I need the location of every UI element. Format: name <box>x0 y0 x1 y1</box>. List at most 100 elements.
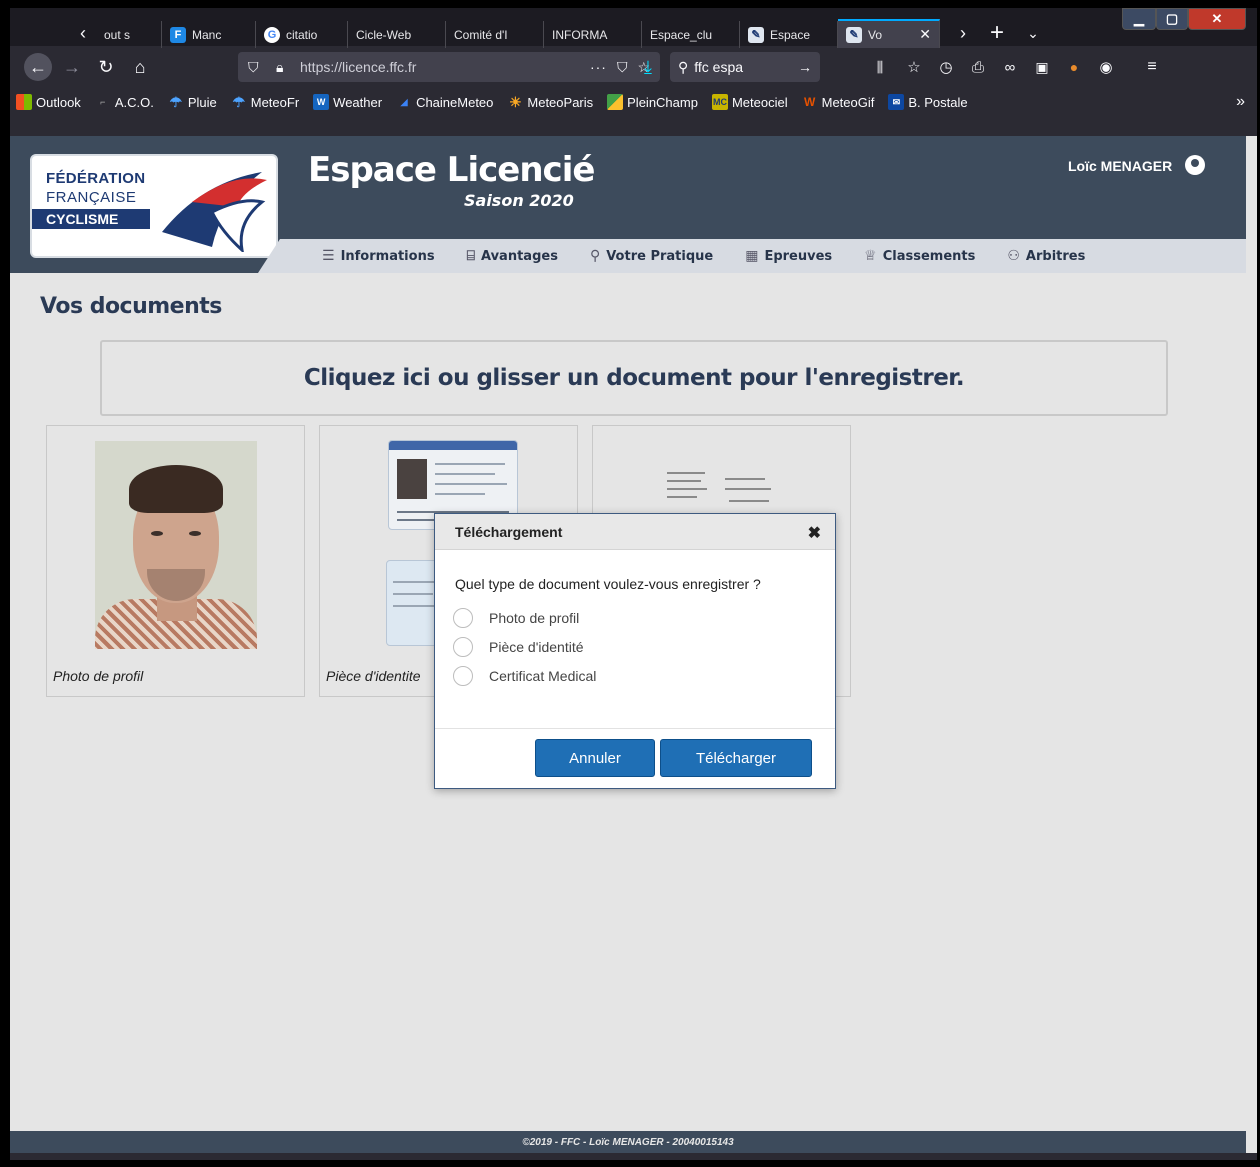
trophy-icon: ♕ <box>864 248 877 264</box>
back-icon[interactable]: ← <box>24 53 52 81</box>
sidebar-icon[interactable]: ▣ <box>1028 53 1056 81</box>
bookmark-label: PleinChamp <box>627 94 698 110</box>
bookmarks-icon[interactable]: ☆ <box>900 53 928 81</box>
page-scrollbar[interactable] <box>1246 136 1257 1153</box>
menu-avantages[interactable]: ⌸ Avantages <box>467 248 558 264</box>
search-bar[interactable]: ⚲ ffc espa → <box>670 52 820 82</box>
bookmark-label: Meteociel <box>731 94 788 110</box>
screen-frame: ‹ out s F Manc G citatio Cicle-Web Comit… <box>0 0 1260 1167</box>
reload-icon[interactable]: ↻ <box>92 53 120 81</box>
bookmark-meteociel[interactable]: MC Meteociel <box>711 94 788 110</box>
bookmark-weather[interactable]: W Weather <box>313 94 382 110</box>
bookmarks-overflow-icon[interactable]: » <box>1236 93 1245 111</box>
id-card-line <box>393 593 433 595</box>
bookmark-pleinchamp[interactable]: PleinChamp <box>607 94 698 110</box>
menu-votre-pratique[interactable]: ⚲ Votre Pratique <box>590 248 713 264</box>
tab-label: Espace_clu <box>650 27 713 42</box>
maximize-icon[interactable]: ▢ <box>1156 8 1188 30</box>
menu-arbitres[interactable]: ⚇ Arbitres <box>1007 248 1085 264</box>
upload-modal: Téléchargement ✖ Quel type de document v… <box>434 513 836 789</box>
bookmark-outlook[interactable]: Outlook <box>16 94 81 110</box>
search-input[interactable]: ffc espa <box>694 59 743 75</box>
app-icon: F <box>170 26 186 43</box>
print-icon[interactable]: ⎙ <box>964 53 992 81</box>
bookmark-label: B. Postale <box>908 94 968 110</box>
id-card-photo <box>397 459 427 499</box>
banque-postale-icon: ✉ <box>888 94 905 110</box>
tab-2[interactable]: F Manc <box>162 21 256 48</box>
tab-6[interactable]: INFORMA <box>544 21 642 48</box>
tab-strip: ‹ out s F Manc G citatio Cicle-Web Comit… <box>10 8 1257 48</box>
bookmark-meteoparis[interactable]: ☀ MeteoParis <box>507 94 593 110</box>
menu-epreuves[interactable]: ▦ Epreuves <box>745 248 832 264</box>
bookmark-meteogif[interactable]: W MeteoGif <box>802 94 874 110</box>
history-icon[interactable]: ◷ <box>932 53 960 81</box>
menu-classements[interactable]: ♕ Classements <box>864 248 975 264</box>
bookmark-meteofr[interactable]: ☂ MeteoFr <box>231 94 299 110</box>
library-icon[interactable]: ⫼ <box>866 53 894 81</box>
minimize-icon[interactable]: ▁ <box>1122 8 1156 30</box>
option-piece-identite[interactable]: Pièce d'identité <box>453 637 584 657</box>
close-tab-icon[interactable]: ✕ <box>919 26 931 43</box>
menu-label: Classements <box>882 248 976 264</box>
tab-active[interactable]: ✎ Vo ✕ <box>838 19 940 48</box>
option-certificat-medical[interactable]: Certificat Medical <box>453 666 596 686</box>
page-content: FÉDÉRATION FRANÇAISE CYCLISME Espace Lic… <box>10 136 1246 1153</box>
lock-icon: 🔒︎ <box>276 58 284 75</box>
modal-title: Téléchargement <box>455 524 563 540</box>
tab-list-chevron-icon[interactable]: ⌄ <box>1020 20 1046 46</box>
close-icon[interactable]: ✖ <box>808 523 821 543</box>
tabs-scroll-left-icon[interactable]: ‹ <box>70 20 96 46</box>
menu-icon[interactable]: ≡ <box>1138 53 1166 81</box>
google-icon: G <box>264 26 280 43</box>
search-go-icon[interactable]: → <box>798 59 812 75</box>
radio-button[interactable] <box>453 608 473 628</box>
download-button[interactable]: Télécharger <box>660 739 812 777</box>
id-card-line <box>393 605 437 607</box>
ffc-logo[interactable]: FÉDÉRATION FRANÇAISE CYCLISME <box>30 154 278 258</box>
logo-text: FÉDÉRATION <box>46 170 146 187</box>
menu-label: Arbitres <box>1025 248 1086 264</box>
tab-4[interactable]: Cicle-Web <box>348 21 446 48</box>
bookmark-pluie[interactable]: ☂ Pluie <box>168 94 217 110</box>
forward-icon[interactable]: → <box>58 53 86 81</box>
infinity-icon[interactable]: ∞ <box>996 53 1024 81</box>
cancel-button[interactable]: Annuler <box>535 739 655 777</box>
tab-1[interactable]: out s <box>96 21 162 48</box>
tab-5[interactable]: Comité d'I <box>446 21 544 48</box>
info-icon: ☰ <box>322 248 335 264</box>
certificate-line <box>729 500 769 502</box>
meteociel-icon: MC <box>711 94 728 110</box>
page-actions-icon[interactable]: ··· <box>590 59 607 75</box>
bookmark-label: Weather <box>333 94 383 110</box>
tab-label: INFORMA <box>552 27 608 42</box>
bookmark-chainemeteo[interactable]: ◢ ChaineMeteo <box>396 94 494 110</box>
menu-informations[interactable]: ☰ Informations <box>322 248 435 264</box>
user-icon[interactable] <box>1185 155 1205 175</box>
new-tab-icon[interactable]: + <box>984 19 1010 46</box>
tabs-scroll-right-icon[interactable]: › <box>950 20 976 46</box>
extension-icon[interactable]: ● <box>1060 53 1088 81</box>
tab-label: out s <box>104 27 131 42</box>
pocket-icon[interactable]: ⛉ <box>617 59 628 76</box>
user-name[interactable]: Loïc MENAGER <box>1068 158 1172 174</box>
bookmark-aco[interactable]: ⌐ A.C.O. <box>95 94 154 110</box>
tab-7[interactable]: Espace_clu <box>642 21 740 48</box>
home-icon[interactable]: ⌂ <box>126 53 154 81</box>
account-icon[interactable]: ◉ <box>1092 53 1120 81</box>
document-card-photo[interactable]: Photo de profil <box>46 425 305 697</box>
tab-8[interactable]: ✎ Espace <box>740 21 838 48</box>
radio-button[interactable] <box>453 666 473 686</box>
close-window-icon[interactable]: ✕ <box>1188 8 1246 30</box>
option-photo-de-profil[interactable]: Photo de profil <box>453 608 579 628</box>
radio-button[interactable] <box>453 637 473 657</box>
download-icon[interactable]: ⤓ <box>634 53 662 81</box>
pleinchamp-icon <box>607 94 624 110</box>
photo-eye <box>189 531 201 536</box>
upload-dropzone[interactable]: Cliquez ici ou glisser un document pour … <box>100 340 1168 416</box>
tab-3[interactable]: G citatio <box>256 21 348 48</box>
bookmark-bpostale[interactable]: ✉ B. Postale <box>888 94 968 110</box>
url-text: https://licence.ffc.fr <box>300 59 417 75</box>
document-caption: Photo de profil <box>53 668 144 684</box>
url-bar[interactable]: ⛉ 🔒︎ https://licence.ffc.fr ··· ⛉ ☆ <box>238 52 660 82</box>
